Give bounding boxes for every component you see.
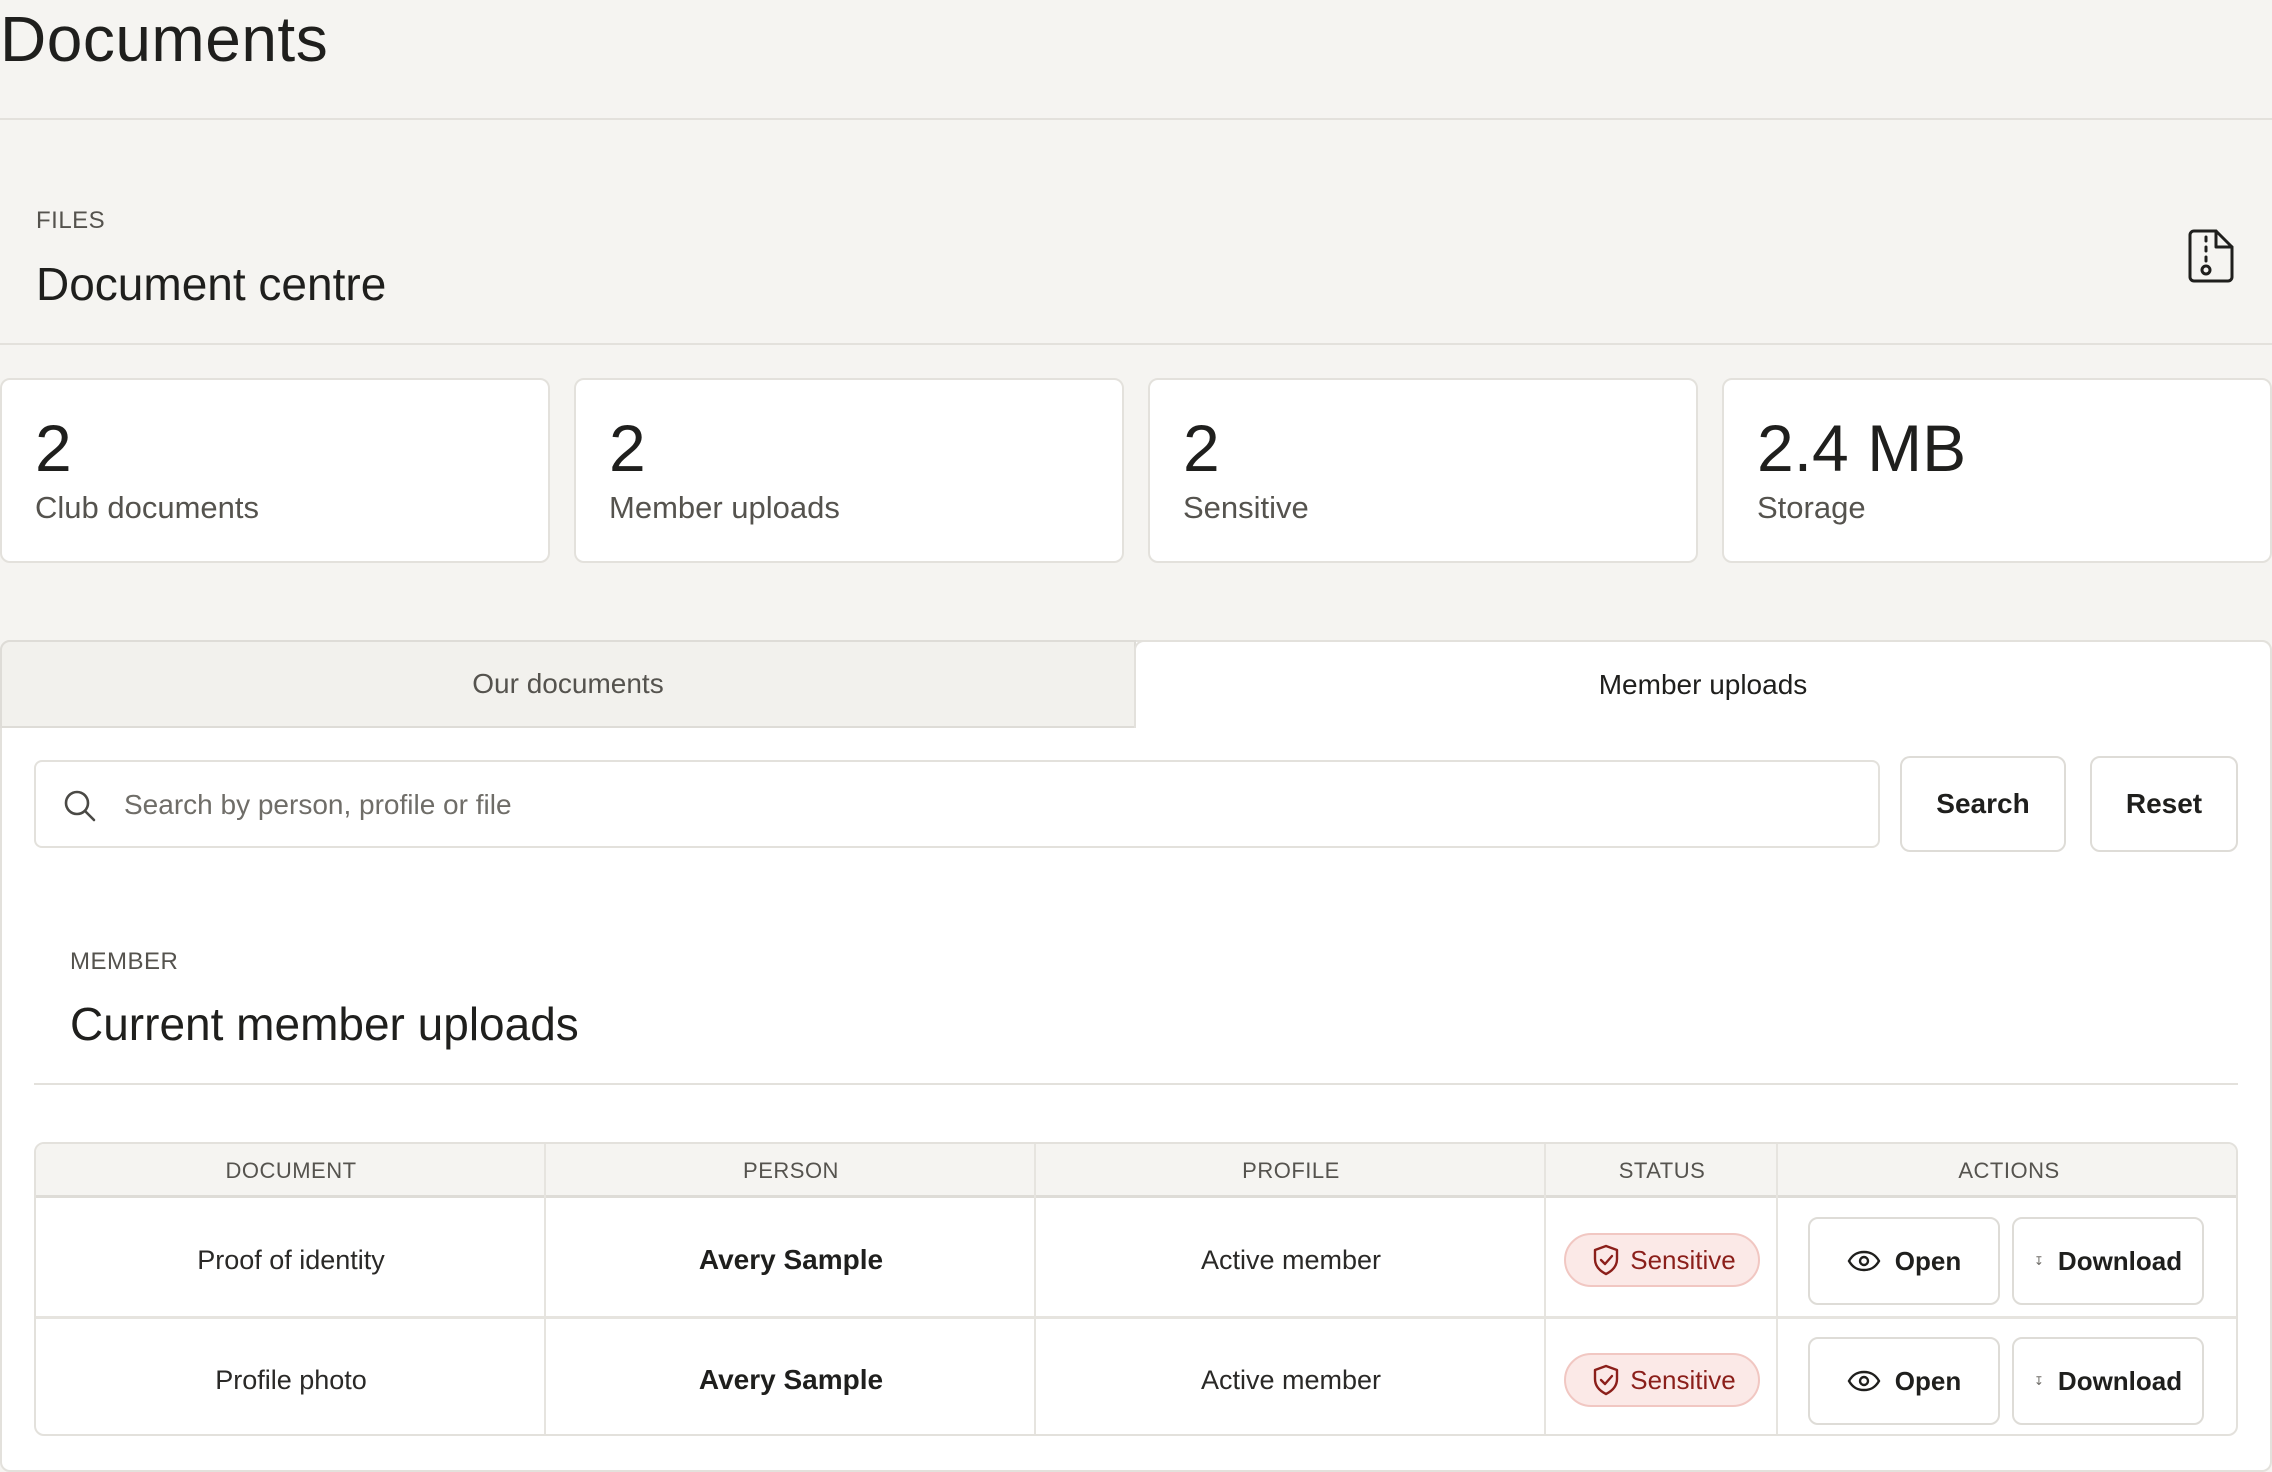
person-name: Avery Sample bbox=[698, 1364, 884, 1395]
hero-divider bbox=[0, 343, 2272, 345]
open-button[interactable]: Open bbox=[1808, 1337, 2000, 1425]
reset-button[interactable]: Reset bbox=[2090, 756, 2238, 852]
search-icon bbox=[64, 790, 96, 822]
search-field[interactable] bbox=[34, 760, 1880, 848]
column-header-document: DOCUMENT bbox=[225, 1158, 357, 1183]
column-header-actions: ACTIONS bbox=[1958, 1158, 2060, 1183]
stat-label: Club documents bbox=[35, 490, 260, 525]
shield-check-icon bbox=[1594, 1244, 1619, 1276]
status-cell: Sensitive bbox=[1546, 1321, 1778, 1434]
open-button[interactable]: Open bbox=[1808, 1217, 2000, 1305]
section-title: Current member uploads bbox=[70, 998, 579, 1050]
hero-eyebrow: FILES bbox=[36, 207, 106, 234]
open-label: Open bbox=[1894, 1365, 1962, 1396]
download-icon: ↧ bbox=[2033, 1254, 2044, 1268]
uploads-table: DOCUMENT PERSON PROFILE STATUS ACTIONS P… bbox=[34, 1142, 2238, 1436]
status-label: Sensitive bbox=[1630, 1364, 1736, 1395]
header-divider bbox=[0, 118, 2272, 120]
table-row: Proof of identity Avery Sample Active me… bbox=[36, 1201, 2236, 1319]
profile-name: Active member bbox=[1200, 1364, 1382, 1395]
section-divider bbox=[34, 1083, 2238, 1085]
table-header: DOCUMENT PERSON PROFILE STATUS ACTIONS bbox=[36, 1144, 2236, 1198]
download-label: Download bbox=[2057, 1245, 2183, 1276]
stat-card-member-uploads: 2 Member uploads bbox=[574, 378, 1124, 563]
column-header-status: STATUS bbox=[1618, 1158, 1706, 1183]
eye-icon bbox=[1847, 1250, 1881, 1272]
profile-name: Active member bbox=[1200, 1244, 1382, 1275]
stat-label: Storage bbox=[1757, 490, 1866, 525]
person-name: Avery Sample bbox=[698, 1244, 884, 1275]
open-label: Open bbox=[1894, 1245, 1962, 1276]
search-button[interactable]: Search bbox=[1900, 756, 2066, 852]
stat-value: 2 bbox=[1183, 411, 1220, 485]
status-badge: Sensitive bbox=[1564, 1233, 1760, 1287]
download-icon: ↧ bbox=[2033, 1374, 2044, 1388]
column-header-person: PERSON bbox=[743, 1158, 839, 1183]
stat-card-storage: 2.4 MB Storage bbox=[1722, 378, 2272, 563]
download-label: Download bbox=[2057, 1365, 2183, 1396]
stat-card-sensitive: 2 Sensitive bbox=[1148, 378, 1698, 563]
stat-value: 2 bbox=[609, 411, 646, 485]
table-row: Profile photo Avery Sample Active member… bbox=[36, 1321, 2236, 1434]
stat-value: 2 bbox=[35, 411, 72, 485]
section-eyebrow: MEMBER bbox=[70, 948, 179, 975]
shield-check-icon bbox=[1594, 1364, 1619, 1396]
column-header-profile: PROFILE bbox=[1242, 1158, 1340, 1183]
eye-icon bbox=[1847, 1370, 1881, 1392]
document-name: Profile photo bbox=[215, 1364, 367, 1395]
file-zip-icon bbox=[2188, 229, 2234, 283]
status-label: Sensitive bbox=[1630, 1244, 1736, 1275]
search-input[interactable] bbox=[124, 780, 1824, 830]
stat-card-club-documents: 2 Club documents bbox=[0, 378, 550, 563]
status-cell: Sensitive bbox=[1546, 1201, 1778, 1319]
stat-label: Member uploads bbox=[609, 490, 840, 525]
download-button[interactable]: ↧ Download bbox=[2012, 1217, 2204, 1305]
document-name: Proof of identity bbox=[197, 1244, 385, 1275]
tab-member-uploads[interactable]: Member uploads bbox=[1134, 640, 2272, 728]
hero-title: Document centre bbox=[36, 258, 387, 310]
tab-our-documents[interactable]: Our documents bbox=[0, 640, 1136, 728]
download-button[interactable]: ↧ Download bbox=[2012, 1337, 2204, 1425]
stat-label: Sensitive bbox=[1183, 490, 1309, 525]
page-title: Documents bbox=[0, 3, 329, 75]
stat-value: 2.4 MB bbox=[1757, 411, 1967, 485]
status-badge: Sensitive bbox=[1564, 1353, 1760, 1407]
